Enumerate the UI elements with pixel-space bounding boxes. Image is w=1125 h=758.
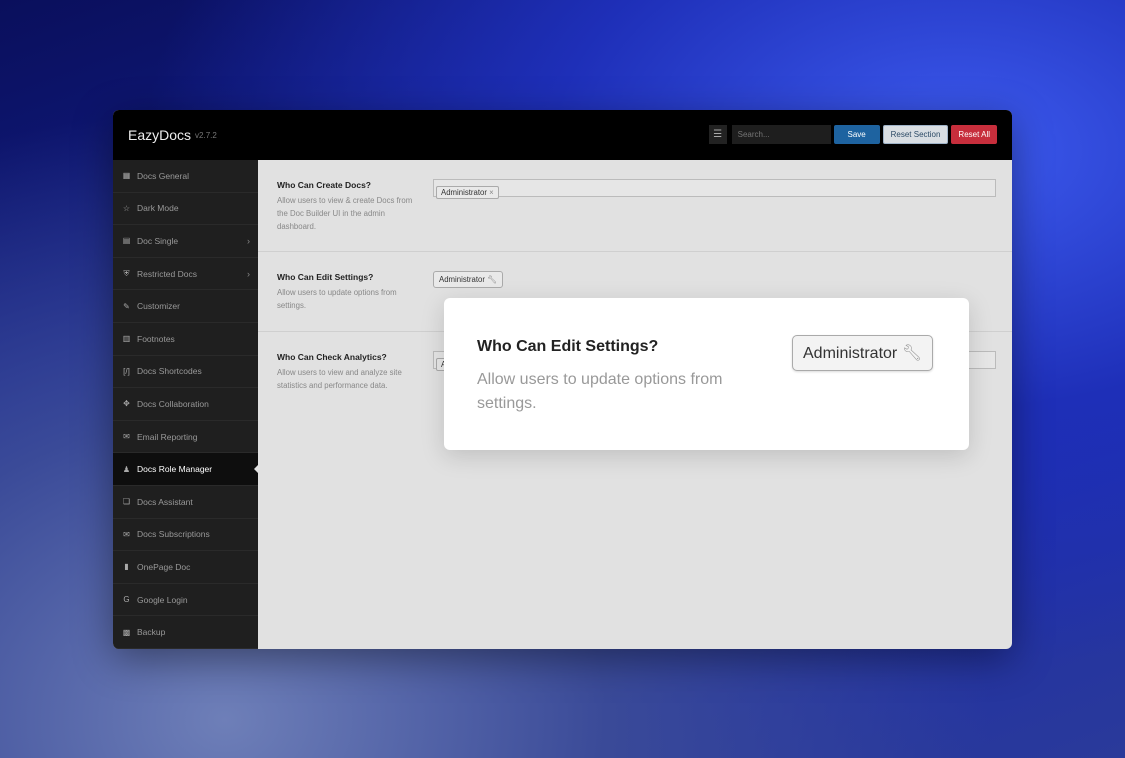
sidebar-item-label: Email Reporting	[137, 431, 198, 442]
sidebar-item-customizer[interactable]: ✎ Customizer	[113, 290, 258, 323]
sidebar-item-docs-collaboration[interactable]: ✥ Docs Collaboration	[113, 388, 258, 421]
chevron-right-icon: ›	[247, 235, 250, 246]
setting-desc: Allow users to view & create Docs from t…	[277, 196, 413, 231]
docs-role-manager-icon: ♟	[122, 464, 131, 474]
google-login-icon: G	[123, 595, 130, 605]
header: EazyDocs v2.7.2 ☰ Save Reset Section Res…	[113, 110, 1012, 160]
sidebar-item-doc-single[interactable]: ▤ Doc Single ›	[113, 225, 258, 258]
sidebar-item-footnotes[interactable]: ▥ Footnotes	[113, 323, 258, 356]
role-tag-label: Administrator	[441, 188, 487, 197]
backup-icon: ▩	[122, 627, 131, 637]
chevron-right-icon: ›	[247, 268, 250, 279]
callout-role-button[interactable]: Administrator 🔧︎	[792, 335, 934, 371]
role-select[interactable]: Administrator ×	[433, 179, 996, 199]
wrench-icon: 🔧︎	[487, 275, 498, 284]
sidebar-item-docs-shortcodes[interactable]: [/] Docs Shortcodes	[113, 356, 258, 389]
version: v2.7.2	[195, 130, 217, 140]
callout-desc: Allow users to update options from setti…	[477, 371, 723, 412]
customizer-icon: ✎	[123, 301, 130, 311]
sidebar-item-label: OnePage Doc	[137, 561, 191, 572]
role-label: Administrator	[439, 275, 485, 284]
sidebar-item-label: Dark Mode	[137, 203, 179, 214]
brand: EazyDocs	[128, 127, 192, 143]
sidebar-item-label: Google Login	[137, 594, 188, 605]
setting-desc: Allow users to update options from setti…	[277, 288, 397, 310]
onepage-doc-icon: ▮	[124, 562, 129, 572]
sidebar-item-docs-role-manager[interactable]: ♟ Docs Role Manager	[113, 453, 258, 486]
reset-section-button[interactable]: Reset Section	[882, 125, 949, 144]
expand-menu-icon[interactable]: ☰	[708, 125, 727, 144]
sidebar-item-docs-subscriptions[interactable]: ✉ Docs Subscriptions	[113, 519, 258, 552]
sidebar-item-label: Backup	[137, 627, 166, 638]
email-reporting-icon: ✉	[123, 432, 130, 442]
docs-general-icon: ▦	[122, 171, 131, 181]
sidebar-item-dark-mode[interactable]: ☆ Dark Mode	[113, 193, 258, 226]
sidebar-item-label: Docs Shortcodes	[137, 366, 202, 377]
setting-desc: Allow users to view and analyze site sta…	[277, 368, 402, 390]
footnotes-icon: ▥	[122, 334, 131, 344]
sidebar-item-label: Docs Assistant	[137, 496, 193, 507]
docs-collaboration-icon: ✥	[123, 399, 130, 409]
sidebar-item-email-reporting[interactable]: ✉ Email Reporting	[113, 421, 258, 454]
sidebar-item-onepage-doc[interactable]: ▮ OnePage Doc	[113, 551, 258, 584]
dark-mode-icon: ☆	[122, 203, 131, 213]
docs-subscriptions-icon: ✉	[123, 529, 130, 539]
sidebar-item-backup[interactable]: ▩ Backup	[113, 616, 258, 649]
sidebar: ▦ Docs General ☆ Dark Mode ▤ Doc Single › ⛨ Rest…	[113, 160, 258, 649]
role-tag: Administrator ×	[436, 186, 499, 199]
sidebar-item-label: Docs Subscriptions	[137, 529, 210, 540]
setting-title: Who Can Check Analytics?	[277, 352, 387, 362]
restricted-docs-icon: ⛨	[123, 268, 130, 278]
sidebar-item-restricted-docs[interactable]: ⛨ Restricted Docs ›	[113, 258, 258, 291]
callout-role-label: Administrator	[803, 345, 898, 362]
save-button[interactable]: Save	[833, 125, 880, 144]
setting-title: Who Can Edit Settings?	[277, 272, 374, 282]
docs-shortcodes-icon: [/]	[123, 366, 130, 376]
doc-single-icon: ▤	[122, 236, 131, 246]
callout-title: Who Can Edit Settings?	[477, 338, 659, 355]
sidebar-item-docs-assistant[interactable]: ❏ Docs Assistant	[113, 486, 258, 519]
sidebar-item-label: Docs Collaboration	[137, 398, 209, 409]
sidebar-item-label: Customizer	[137, 301, 180, 312]
sidebar-item-docs-general[interactable]: ▦ Docs General	[113, 160, 258, 193]
wrench-icon: 🔧︎	[901, 345, 923, 362]
role-button[interactable]: Administrator 🔧︎	[433, 271, 504, 288]
sidebar-item-label: Docs General	[137, 170, 189, 181]
sidebar-item-google-login[interactable]: G Google Login	[113, 584, 258, 617]
zoom-callout: Who Can Edit Settings? Allow users to up…	[444, 298, 969, 450]
desktop-background: EazyDocs v2.7.2 ☰ Save Reset Section Res…	[0, 0, 1125, 758]
sidebar-item-label: Footnotes	[137, 333, 175, 344]
search-input[interactable]	[731, 125, 831, 144]
setting-title: Who Can Create Docs?	[277, 180, 371, 190]
sidebar-item-label: Docs Role Manager	[137, 464, 213, 475]
setting-create-docs: Who Can Create Docs? Allow users to view…	[258, 160, 1012, 252]
remove-icon[interactable]: ×	[489, 188, 494, 197]
reset-all-button[interactable]: Reset All	[951, 125, 997, 144]
docs-assistant-icon: ❏	[122, 497, 131, 507]
sidebar-item-label: Doc Single	[137, 235, 179, 246]
sidebar-item-label: Restricted Docs	[137, 268, 197, 279]
